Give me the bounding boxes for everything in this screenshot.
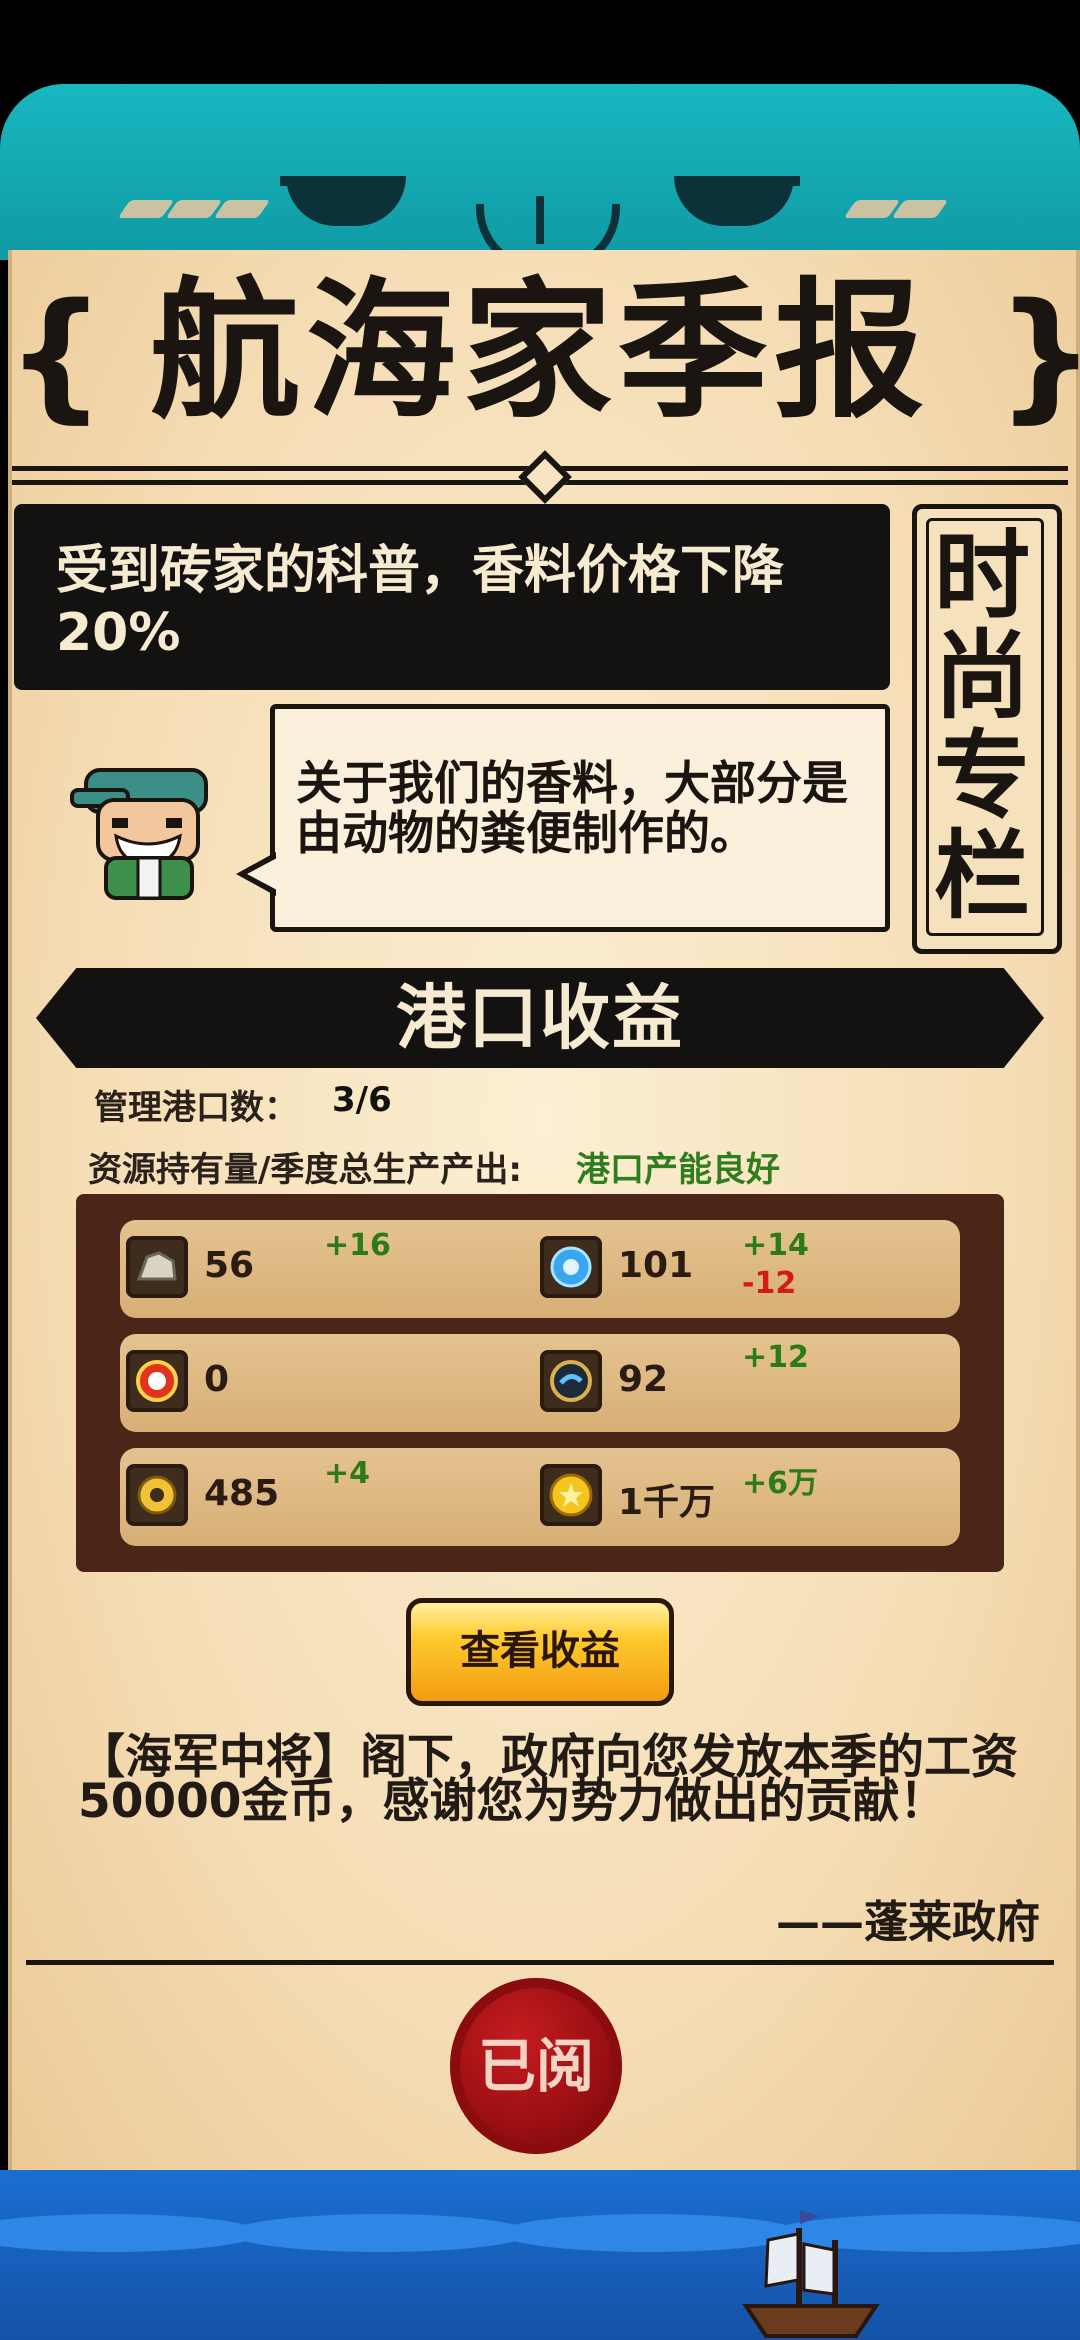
speech-text: 关于我们的香料，大部分是由动物的粪便制作的。 (296, 756, 848, 860)
section-title: 港口收益 (396, 977, 684, 1059)
sea-footer (0, 2170, 1080, 2340)
resource-gain: +4 (324, 1456, 371, 1491)
resource-gain: +6万 (742, 1466, 819, 1501)
right-eye (674, 176, 794, 226)
managed-ports-value: 3/6 (332, 1080, 392, 1120)
notice-text: 【海军中将】阁下，政府向您发放本季的工资50000金币，感谢您为势力做出的贡献！ (78, 1730, 1018, 1829)
cog-icon (126, 1464, 188, 1526)
signature: ——蓬莱政府 (776, 1897, 1040, 1948)
resource-gain: +14 (742, 1228, 809, 1263)
resource-value: 485 (204, 1473, 280, 1514)
stripe-decoration (213, 200, 271, 218)
resource-gain: +16 (324, 1228, 391, 1263)
resource-value: 101 (618, 1245, 694, 1286)
resource-status: 港口产能良好 (576, 1150, 780, 1190)
wave-decoration (0, 2214, 260, 2252)
fashion-column-label: 时尚专栏 (934, 520, 1030, 932)
resource-value: 1千万 (618, 1482, 716, 1523)
stripe-decoration (117, 200, 175, 218)
view-earnings-button[interactable]: 查看收益 (406, 1598, 674, 1706)
stripe-decoration (165, 200, 223, 218)
resource-value: 56 (204, 1245, 255, 1286)
page-title: 航海家季报 (149, 265, 930, 439)
gold-coin-icon (540, 1464, 602, 1526)
stone-icon (126, 1236, 188, 1298)
stripe-decoration (891, 200, 949, 218)
bottom-rule (26, 1960, 1054, 1965)
blue-seal-icon (540, 1350, 602, 1412)
stripe-decoration (843, 200, 901, 218)
read-seal-button[interactable]: 已阅 (450, 1978, 622, 2154)
gear-badge-icon (126, 1350, 188, 1412)
wave-decoration (230, 2214, 530, 2252)
speech-tail-fill (247, 858, 277, 890)
resource-gain: +12 (742, 1340, 809, 1375)
ship-icon (742, 2210, 880, 2338)
resource-value: 0 (204, 1359, 230, 1400)
resource-summary-label: 资源持有量/季度总生产产出: (88, 1150, 523, 1190)
left-eye (286, 176, 406, 226)
resource-value: 92 (618, 1359, 669, 1400)
crystal-orb-icon (540, 1236, 602, 1298)
sailor-avatar-icon (70, 768, 208, 900)
managed-ports-label: 管理港口数： (94, 1088, 298, 1128)
top-face-banner (0, 84, 1080, 260)
headline-text: 受到砖家的科普，香料价格下降20% (56, 541, 785, 663)
resource-loss: -12 (742, 1266, 797, 1301)
